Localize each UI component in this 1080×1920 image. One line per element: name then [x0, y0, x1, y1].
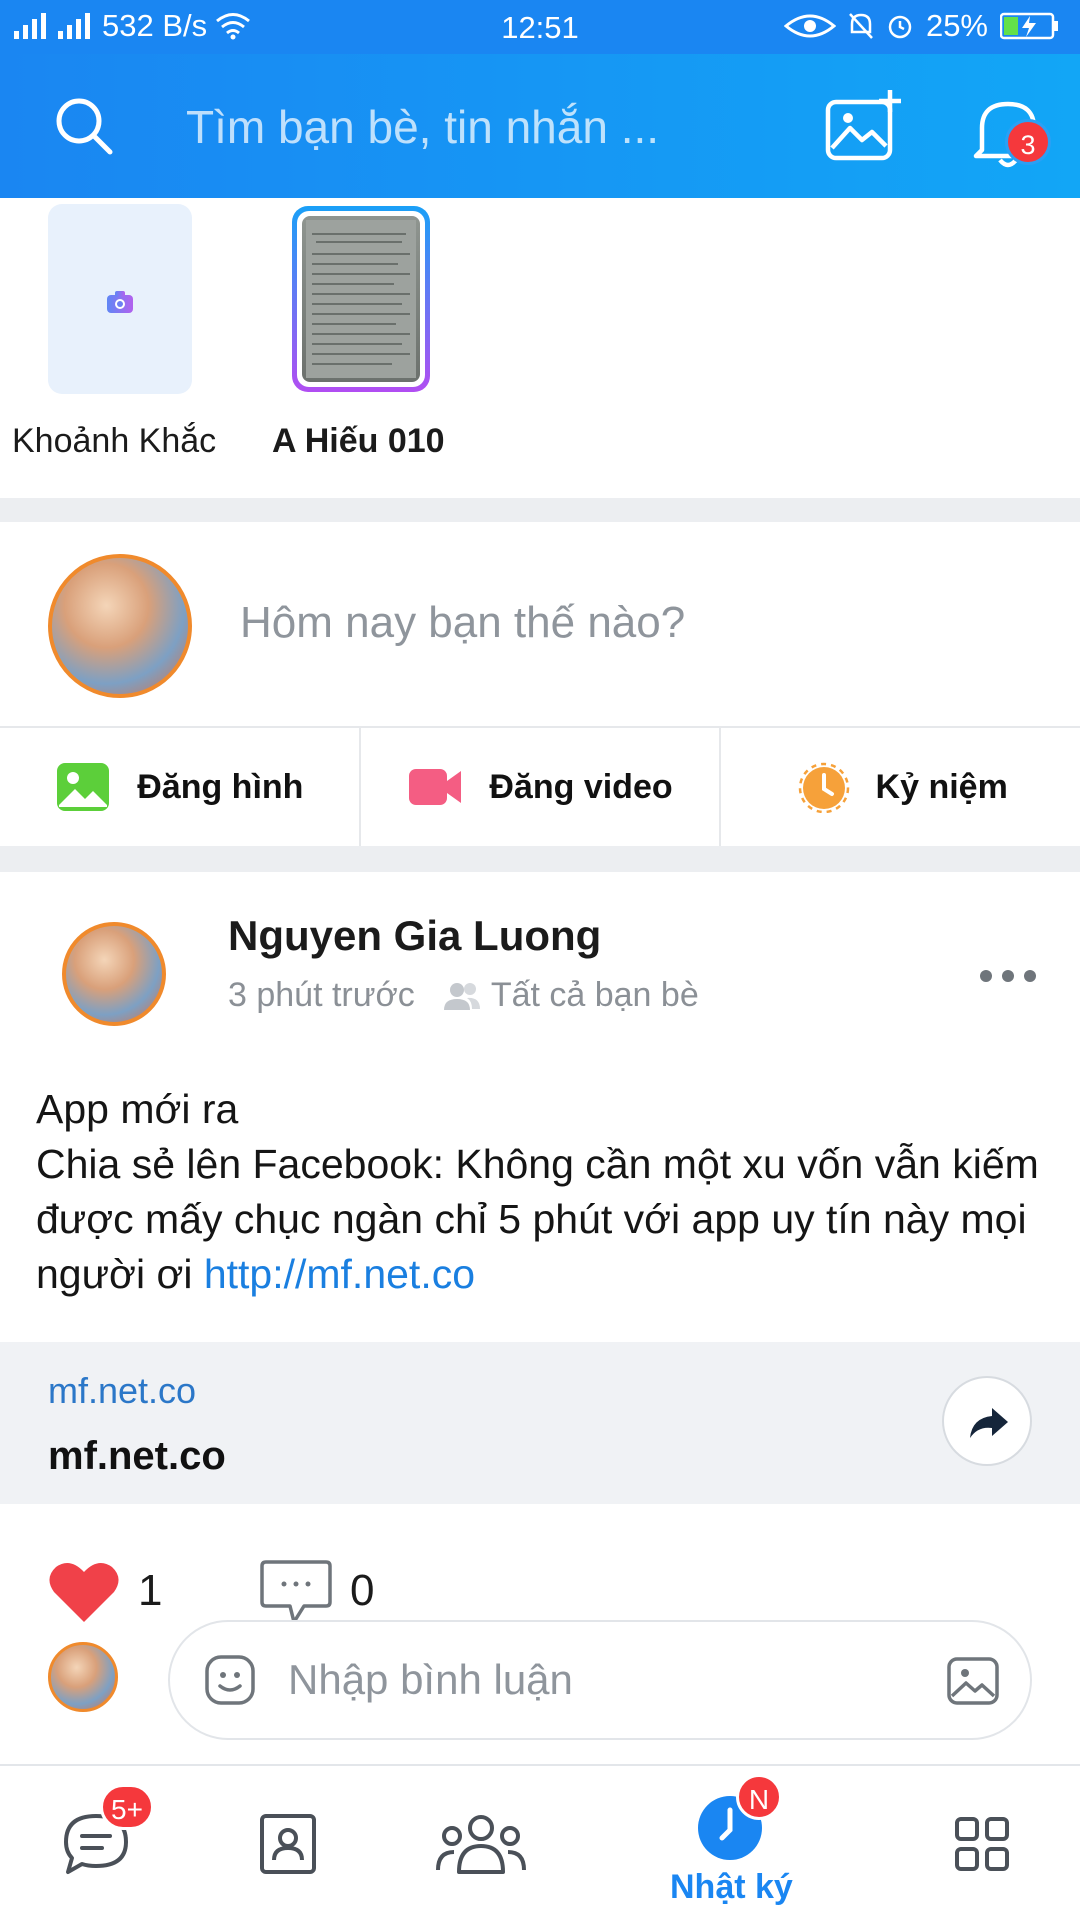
- composer-actions: Đăng hình Đăng video Kỷ niệm: [0, 726, 1080, 846]
- bottom-navigation: 5+ N Nhật ký: [0, 1764, 1080, 1920]
- story-item-a-hieu[interactable]: [292, 206, 430, 392]
- zalo-timeline-screen: 532 B/s 12:51 25% Tìm bạn bè, tin nhắn .…: [0, 0, 1080, 1920]
- status-bar: 532 B/s 12:51 25%: [0, 0, 1080, 54]
- alarm-icon: [888, 15, 912, 39]
- notification-badge: 3: [1005, 119, 1051, 165]
- post-reactions: 1 0: [0, 1532, 1080, 1632]
- status-right: 25%: [783, 8, 1060, 44]
- nav-messages[interactable]: 5+: [40, 1766, 180, 1920]
- document-photo: [306, 220, 416, 378]
- post-text-line1: App mới ra: [36, 1086, 239, 1132]
- messages-badge: 5+: [100, 1784, 154, 1830]
- commenter-avatar: [48, 1642, 118, 1712]
- nav-diary[interactable]: N Nhật ký: [650, 1766, 830, 1920]
- nav-more[interactable]: [930, 1766, 1050, 1920]
- story-label-moment: Khoảnh Khắc: [12, 422, 217, 460]
- post-time: 3 phút trước: [228, 976, 415, 1014]
- link-preview-card[interactable]: mf.net.co mf.net.co: [0, 1342, 1080, 1504]
- author-avatar[interactable]: [62, 922, 166, 1026]
- eye-icon: [783, 14, 836, 38]
- status-prompt-input[interactable]: Hôm nay bạn thế nào?: [240, 598, 685, 648]
- bell-muted-icon: [849, 13, 873, 39]
- attach-image-icon[interactable]: [946, 1656, 1000, 1706]
- post-audience: Tất cả bạn bè: [490, 976, 699, 1014]
- add-photo-icon[interactable]: [824, 88, 904, 164]
- battery-percent: 25%: [925, 8, 988, 43]
- memory-label: Kỷ niệm: [875, 767, 1008, 806]
- nav-groups[interactable]: [420, 1766, 560, 1920]
- like-count: 1: [138, 1566, 163, 1615]
- heart-icon[interactable]: [48, 1560, 120, 1624]
- top-header: Tìm bạn bè, tin nhắn ... 3: [0, 54, 1080, 198]
- link-preview-title: mf.net.co: [48, 1434, 226, 1478]
- battery-charging-icon: [1000, 12, 1058, 40]
- stories-strip: Khoảnh Khắc A Hiếu 010: [0, 198, 1080, 498]
- post-body: App mới ra Chia sẻ lên Facebook: Không c…: [36, 1082, 1046, 1302]
- story-frame: [297, 211, 425, 387]
- comment-placeholder: Nhập bình luận: [288, 1656, 573, 1703]
- friends-icon: [443, 982, 480, 1010]
- post-video-button[interactable]: Đăng video: [361, 728, 722, 846]
- create-moment-card[interactable]: [48, 204, 192, 394]
- post-meta: 3 phút trước Tất cả bạn bè: [228, 976, 699, 1015]
- feed-post: Nguyen Gia Luong 3 phút trước Tất cả bạn…: [0, 872, 1080, 1764]
- more-options-icon[interactable]: [978, 968, 1038, 984]
- comment-input[interactable]: Nhập bình luận: [168, 1620, 1032, 1740]
- diary-badge: N: [736, 1774, 782, 1820]
- comment-count: 0: [350, 1566, 375, 1615]
- share-arrow-icon: [970, 1408, 1008, 1438]
- my-avatar[interactable]: [48, 554, 192, 698]
- post-author[interactable]: Nguyen Gia Luong: [228, 912, 601, 960]
- post-composer: Hôm nay bạn thế nào? Đăng hình Đăng vide…: [0, 522, 1080, 846]
- post-link[interactable]: http://mf.net.co: [204, 1251, 475, 1297]
- contacts-icon: [260, 1814, 316, 1874]
- post-photo-label: Đăng hình: [137, 767, 304, 806]
- video-icon: [409, 769, 462, 805]
- comment-composer: Nhập bình luận: [0, 1620, 1080, 1762]
- camera-icon: [107, 291, 133, 313]
- story-thumbnail-image: [302, 216, 420, 382]
- memory-clock-icon: [798, 762, 849, 813]
- comment-icon[interactable]: [260, 1558, 332, 1626]
- search-input[interactable]: Tìm bạn bè, tin nhắn ...: [186, 100, 659, 154]
- memory-button[interactable]: Kỷ niệm: [721, 728, 1080, 846]
- post-text-line2: Chia sẻ lên Facebook: Không cần một xu v…: [36, 1141, 1039, 1297]
- link-preview-domain: mf.net.co: [48, 1370, 197, 1411]
- post-photo-button[interactable]: Đăng hình: [0, 728, 361, 846]
- nav-contacts[interactable]: [240, 1766, 380, 1920]
- diary-label: Nhật ký: [670, 1868, 793, 1906]
- image-icon: [57, 763, 110, 811]
- search-icon[interactable]: [52, 94, 116, 158]
- story-label-a-hieu: A Hiếu 010: [272, 422, 445, 460]
- share-button[interactable]: [942, 1376, 1032, 1466]
- groups-icon: [436, 1815, 526, 1874]
- post-text-paragraph: Chia sẻ lên Facebook: Không cần một xu v…: [36, 1137, 1046, 1302]
- grid-menu-icon: [955, 1817, 1009, 1871]
- emoji-icon[interactable]: [204, 1654, 256, 1706]
- post-video-label: Đăng video: [489, 767, 673, 806]
